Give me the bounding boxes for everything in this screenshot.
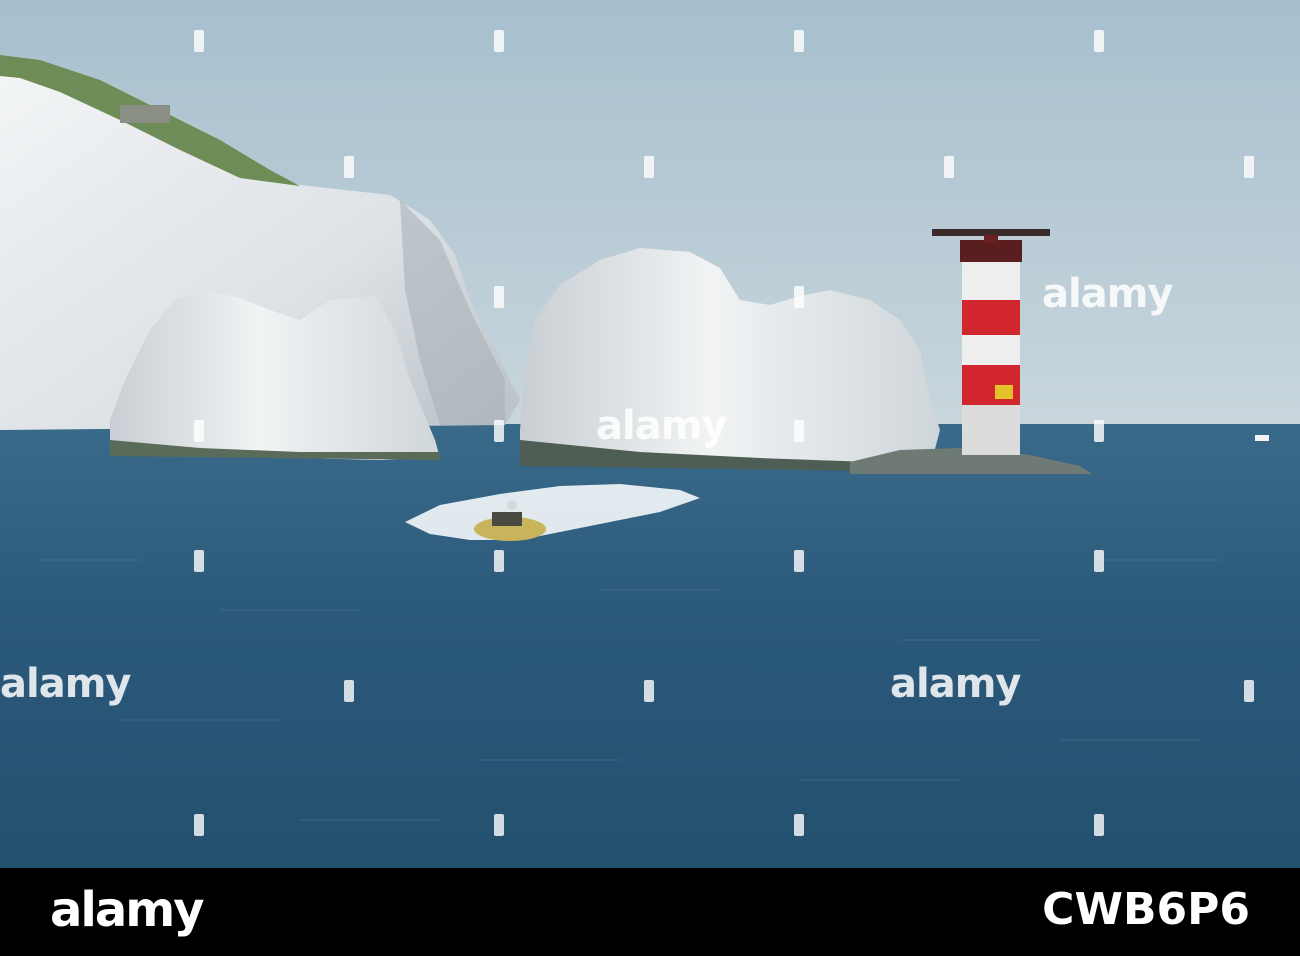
- image-code: CWB6P6: [1042, 884, 1250, 935]
- photo: alamy alamy alamy alamy: [0, 0, 1300, 868]
- seascape-scene: [0, 0, 1300, 868]
- cliff-fort: [120, 105, 170, 123]
- distant-boat: [1255, 435, 1269, 441]
- footer-bar: alamy CWB6P6: [0, 868, 1300, 956]
- footer-brand-logo[interactable]: alamy: [50, 886, 205, 934]
